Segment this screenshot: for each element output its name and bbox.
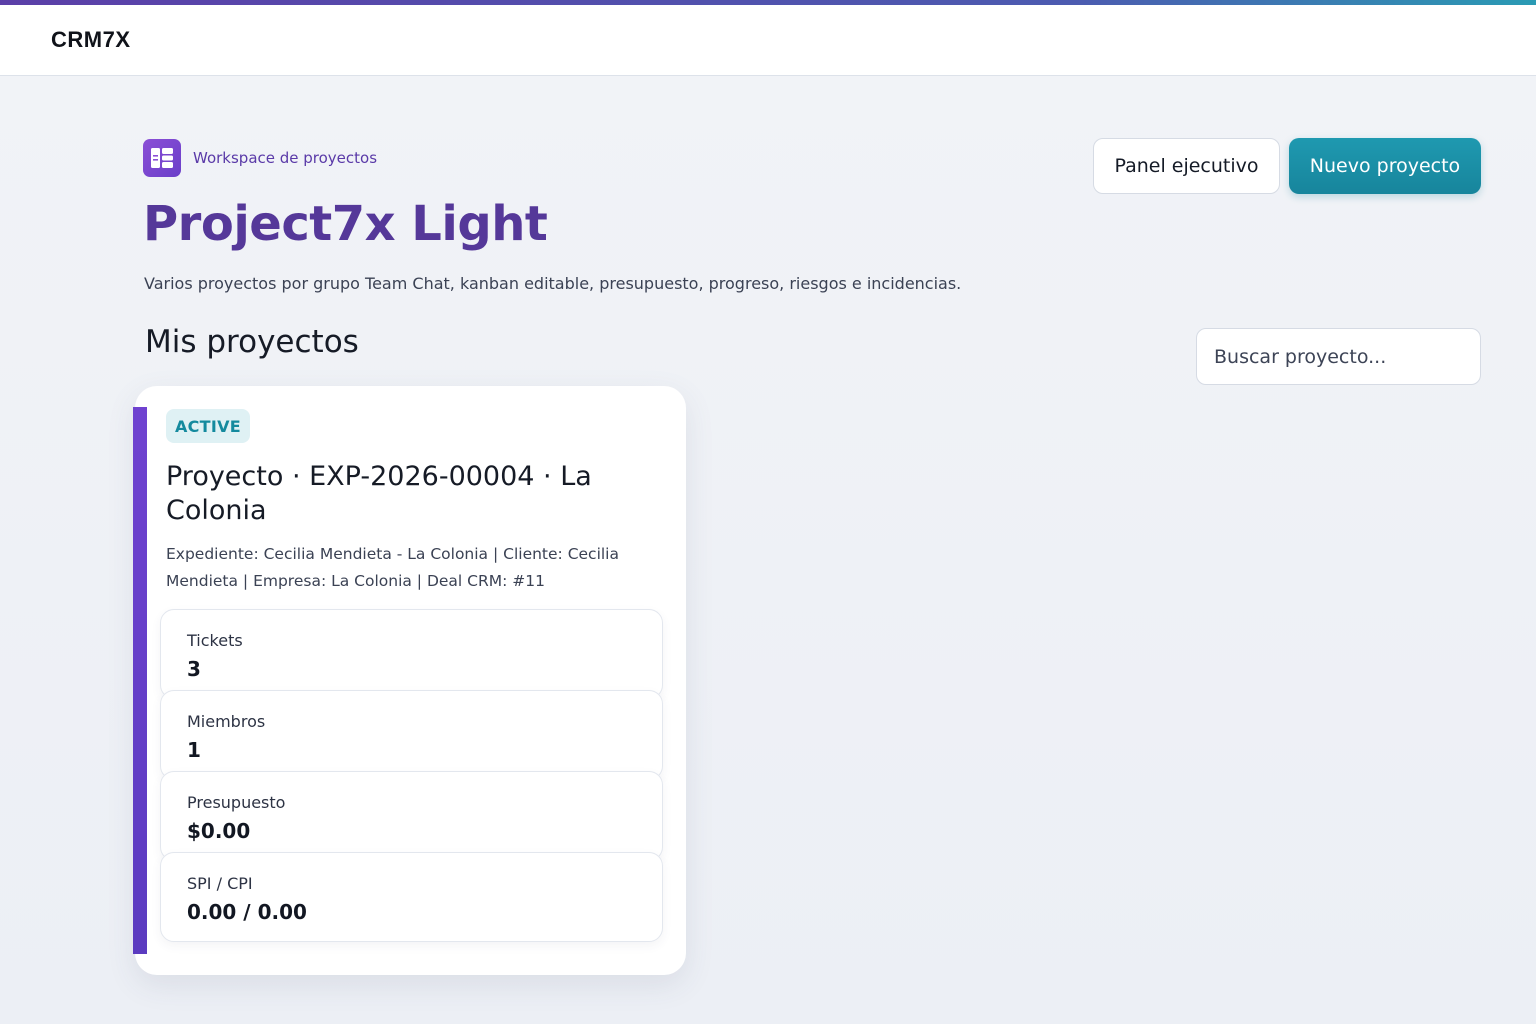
project-description: Expediente: Cecilia Mendieta - La Coloni… (166, 545, 619, 590)
main-content: Workspace de proyectos Project7x Light V… (0, 76, 1536, 1024)
project-stats: Tickets 3 Miembros 1 Presupuesto $0.00 S… (160, 609, 663, 942)
project-card-accent (133, 407, 147, 954)
stat-label: Tickets (187, 631, 243, 650)
project-title[interactable]: Proyecto · EXP-2026-00004 · La Colonia (166, 460, 636, 528)
stat-value: 0.00 / 0.00 (187, 900, 307, 924)
stat-value: $0.00 (187, 819, 251, 843)
stat-value: 3 (187, 657, 201, 681)
workspace-grid-icon (143, 139, 181, 177)
stat-label: Miembros (187, 712, 266, 731)
page-subtitle: Varios proyectos por grupo Team Chat, ka… (144, 274, 962, 293)
stat-label: SPI / CPI (187, 874, 253, 893)
workspace-label: Workspace de proyectos (193, 149, 378, 167)
stat-budget: Presupuesto $0.00 (160, 771, 663, 861)
status-badge: ACTIVE (166, 409, 250, 443)
stat-spi-cpi: SPI / CPI 0.00 / 0.00 (160, 852, 663, 942)
workspace-tag: Workspace de proyectos (143, 139, 377, 177)
stat-members: Miembros 1 (160, 690, 663, 780)
panel-ejecutivo-button[interactable]: Panel ejecutivo (1093, 138, 1280, 194)
page-title: Project7x Light (143, 196, 548, 252)
stat-value: 1 (187, 738, 201, 762)
section-title: Mis proyectos (145, 324, 359, 360)
new-project-button[interactable]: Nuevo proyecto (1289, 138, 1481, 194)
project-search-input[interactable] (1196, 328, 1481, 385)
stat-tickets: Tickets 3 (160, 609, 663, 699)
app-logo[interactable]: CRM7X (51, 27, 131, 53)
top-navbar: CRM7X (0, 5, 1536, 76)
stat-label: Presupuesto (187, 793, 286, 812)
